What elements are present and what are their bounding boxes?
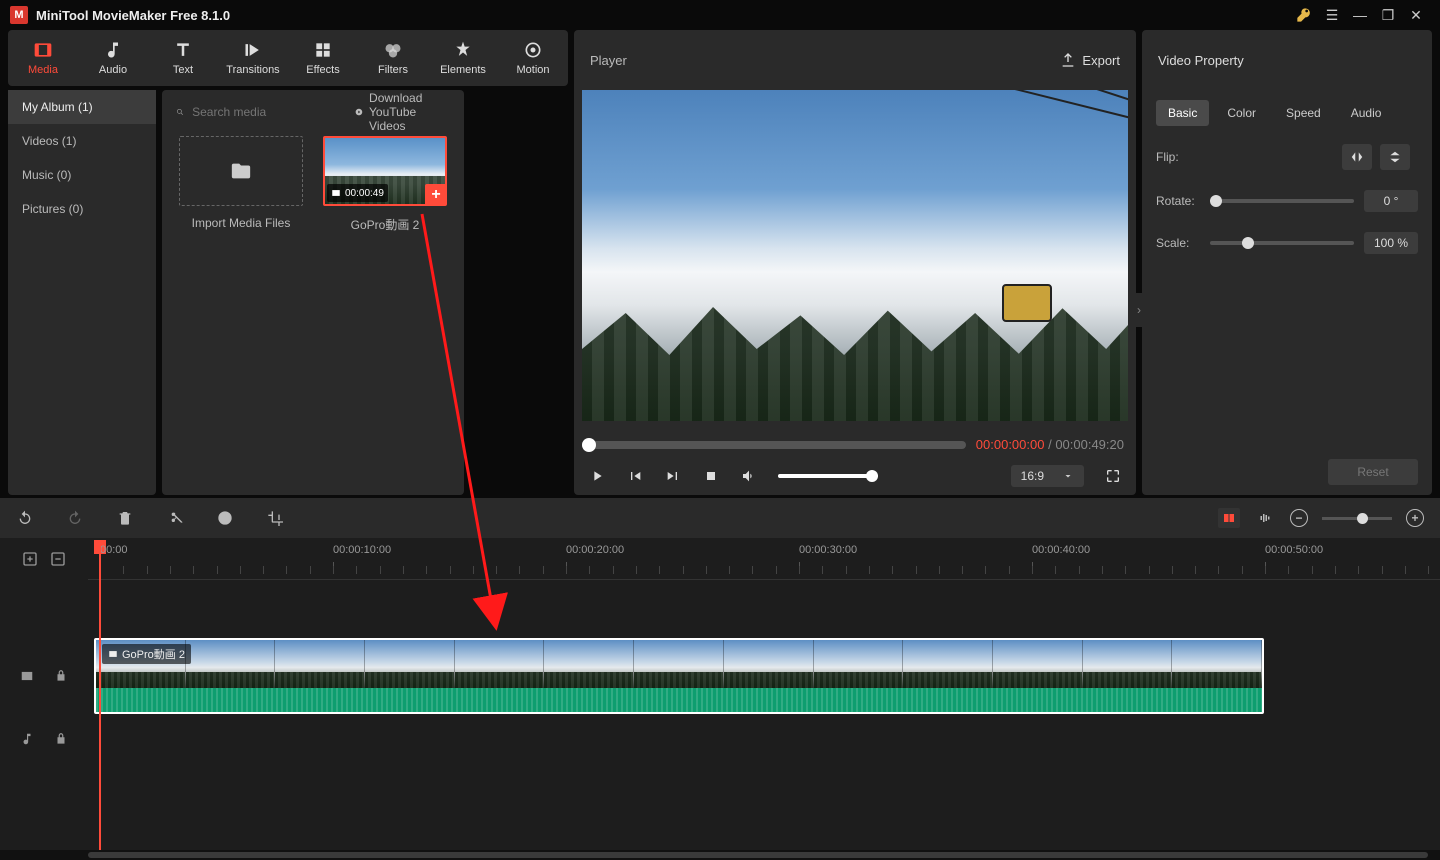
close-button[interactable]: ✕ <box>1402 1 1430 29</box>
timeline-gutter <box>0 538 88 850</box>
title-bar: M MiniTool MovieMaker Free 8.1.0 ☰ — ❐ ✕ <box>0 0 1440 30</box>
import-media-card[interactable]: Import Media Files <box>176 136 306 233</box>
search-input[interactable] <box>192 105 347 119</box>
flip-vertical-button[interactable] <box>1380 144 1410 170</box>
panel-collapse-icon[interactable]: › <box>1134 293 1144 327</box>
audio-track-header <box>0 714 88 764</box>
sidebar-item-pictures[interactable]: Pictures (0) <box>8 192 156 226</box>
lock-icon[interactable] <box>54 732 68 746</box>
media-clip-card[interactable]: 00:00:49 + GoPro動画 2 <box>320 136 450 233</box>
next-frame-button[interactable] <box>664 467 682 485</box>
player-panel: Player Export › 00:00:00 <box>574 30 1136 495</box>
prop-tab-audio[interactable]: Audio <box>1339 100 1394 126</box>
module-tabs: Media Audio Text Transitions Effects Fil… <box>8 30 568 86</box>
rotate-label: Rotate: <box>1156 194 1210 208</box>
clip-badge: GoPro動画 2 <box>102 644 191 664</box>
timeline-view-waveform[interactable] <box>1254 508 1276 528</box>
fullscreen-button[interactable] <box>1104 467 1122 485</box>
app-title: MiniTool MovieMaker Free 8.1.0 <box>36 8 230 23</box>
timeline-tracks[interactable]: 00:00 00:00:10:00 00:00:20:00 00:00:30:0… <box>88 538 1440 850</box>
timecode: 00:00:00:00 / 00:00:49:20 <box>976 437 1128 452</box>
volume-slider[interactable] <box>778 474 878 478</box>
time-ruler[interactable]: 00:00 00:00:10:00 00:00:20:00 00:00:30:0… <box>88 538 1440 580</box>
tab-audio[interactable]: Audio <box>78 30 148 86</box>
reset-button[interactable]: Reset <box>1328 459 1418 485</box>
menu-icon[interactable]: ☰ <box>1318 1 1346 29</box>
add-track-icon[interactable] <box>22 551 38 567</box>
timeline: − + 00:00 00:00:1 <box>0 498 1440 860</box>
folder-icon <box>227 160 255 182</box>
prev-frame-button[interactable] <box>626 467 644 485</box>
video-track-icon <box>20 669 34 683</box>
properties-title: Video Property <box>1142 30 1432 90</box>
play-button[interactable] <box>588 467 606 485</box>
license-key-icon[interactable] <box>1290 1 1318 29</box>
tab-text[interactable]: Text <box>148 30 218 86</box>
lock-icon[interactable] <box>54 669 68 683</box>
timeline-clip[interactable]: GoPro動画 2 <box>94 638 1264 714</box>
tab-effects[interactable]: Effects <box>288 30 358 86</box>
sidebar-item-myalbum[interactable]: My Album (1) <box>8 90 156 124</box>
tab-media[interactable]: Media <box>8 30 78 86</box>
zoom-out-button[interactable]: − <box>1290 509 1308 527</box>
crop-button[interactable] <box>266 509 284 527</box>
timeline-scrollbar[interactable] <box>0 850 1440 860</box>
scale-label: Scale: <box>1156 236 1210 250</box>
sidebar-item-videos[interactable]: Videos (1) <box>8 124 156 158</box>
app-logo: M <box>10 6 28 24</box>
rotate-value[interactable]: 0 ° <box>1364 190 1418 212</box>
rotate-slider[interactable] <box>1210 199 1354 203</box>
video-preview[interactable] <box>582 90 1128 421</box>
stop-button[interactable] <box>702 467 720 485</box>
prop-tab-basic[interactable]: Basic <box>1156 100 1209 126</box>
import-label: Import Media Files <box>192 216 291 230</box>
export-button[interactable]: Export <box>1060 52 1120 68</box>
properties-panel: Video Property Basic Color Speed Audio F… <box>1142 30 1432 495</box>
flip-horizontal-button[interactable] <box>1342 144 1372 170</box>
download-youtube-link[interactable]: Download YouTube Videos <box>355 91 450 133</box>
timeline-view-thumbnails[interactable] <box>1218 508 1240 528</box>
maximize-button[interactable]: ❐ <box>1374 1 1402 29</box>
prop-tab-speed[interactable]: Speed <box>1274 100 1333 126</box>
undo-button[interactable] <box>16 509 34 527</box>
remove-track-icon[interactable] <box>50 551 66 567</box>
sidebar-item-music[interactable]: Music (0) <box>8 158 156 192</box>
video-track-header <box>0 638 88 714</box>
tab-elements[interactable]: Elements <box>428 30 498 86</box>
aspect-ratio-dropdown[interactable]: 16:9 <box>1011 465 1084 487</box>
delete-button[interactable] <box>116 509 134 527</box>
zoom-slider[interactable] <box>1322 517 1392 520</box>
scale-slider[interactable] <box>1210 241 1354 245</box>
audio-track-icon <box>20 732 34 746</box>
clip-name: GoPro動画 2 <box>351 216 420 233</box>
split-button[interactable] <box>166 509 184 527</box>
tab-filters[interactable]: Filters <box>358 30 428 86</box>
scale-value[interactable]: 100 % <box>1364 232 1418 254</box>
property-tabs: Basic Color Speed Audio <box>1156 100 1418 126</box>
add-to-timeline-button[interactable]: + <box>425 184 447 206</box>
media-sidebar: My Album (1) Videos (1) Music (0) Pictur… <box>8 90 156 495</box>
player-title: Player <box>590 53 627 68</box>
clip-duration-badge: 00:00:49 <box>327 184 388 202</box>
prop-tab-color[interactable]: Color <box>1215 100 1268 126</box>
volume-icon[interactable] <box>740 467 758 485</box>
tab-motion[interactable]: Motion <box>498 30 568 86</box>
scrub-bar[interactable] <box>582 441 966 449</box>
minimize-button[interactable]: — <box>1346 1 1374 29</box>
media-browser: Download YouTube Videos Import Media Fil… <box>162 90 464 495</box>
timeline-toolbar: − + <box>0 498 1440 538</box>
search-icon <box>176 105 184 119</box>
zoom-in-button[interactable]: + <box>1406 509 1424 527</box>
speed-button[interactable] <box>216 509 234 527</box>
flip-label: Flip: <box>1156 150 1210 164</box>
tab-transitions[interactable]: Transitions <box>218 30 288 86</box>
redo-button[interactable] <box>66 509 84 527</box>
